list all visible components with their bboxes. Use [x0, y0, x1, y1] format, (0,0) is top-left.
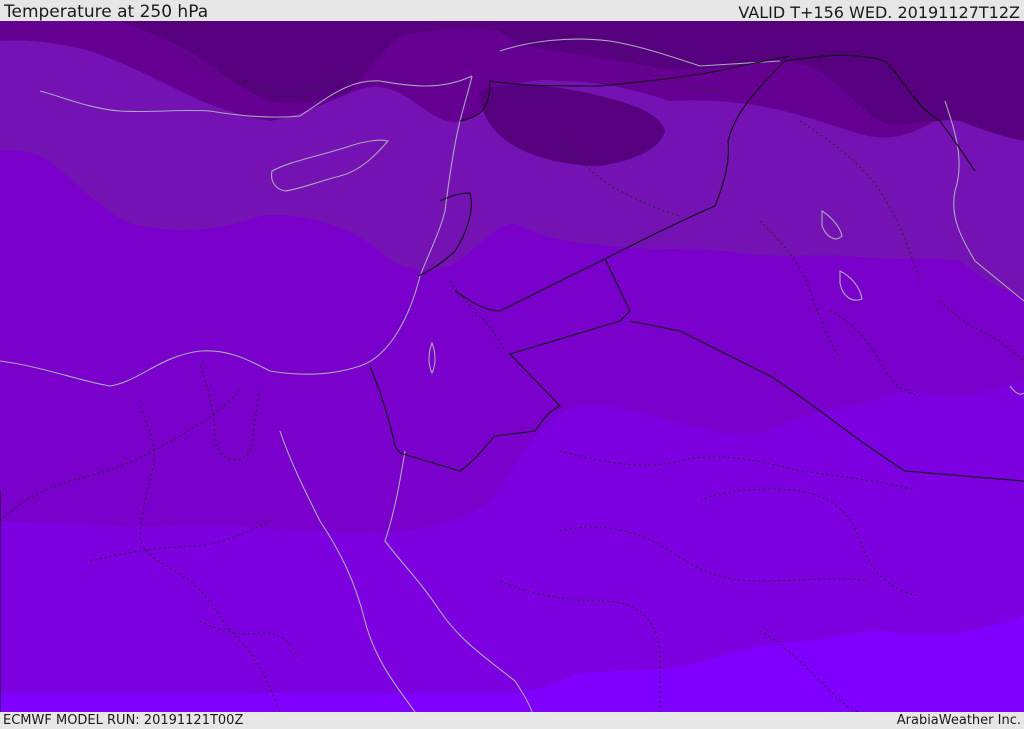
credit-label: ArabiaWeather Inc. [896, 713, 1021, 728]
map-canvas [0, 21, 1024, 712]
temperature-map [0, 21, 1024, 712]
header-bar: Temperature at 250 hPa VALID T+156 WED. … [0, 0, 1024, 22]
map-viewer: Temperature at 250 hPa VALID T+156 WED. … [0, 0, 1024, 729]
model-run-label: ECMWF MODEL RUN: 20191121T00Z [3, 713, 244, 728]
map-title: Temperature at 250 hPa [4, 2, 209, 22]
footer-bar: ECMWF MODEL RUN: 20191121T00Z ArabiaWeat… [0, 712, 1024, 729]
valid-time-label: VALID T+156 WED. 20191127T12Z [738, 3, 1020, 22]
